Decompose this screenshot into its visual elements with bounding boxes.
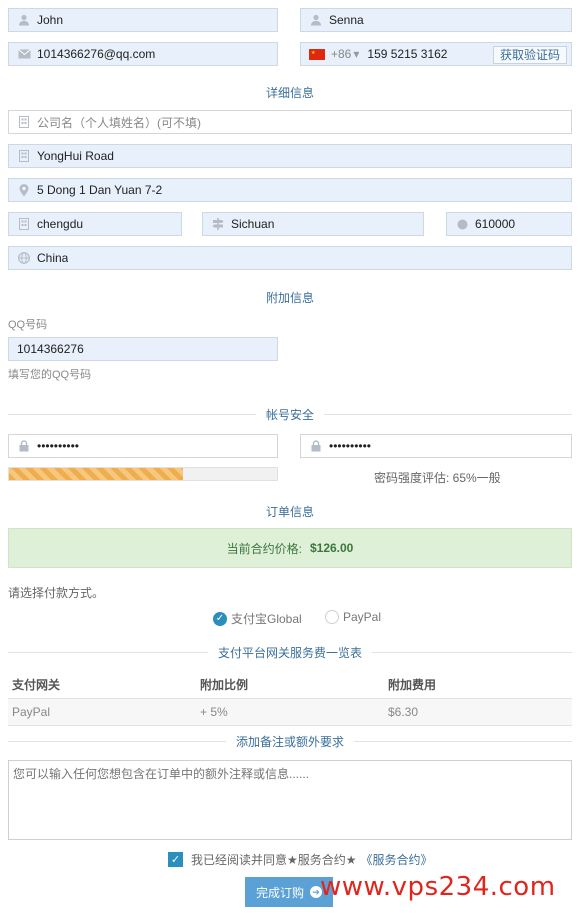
security-section-title: 帐号安全 [266,407,315,422]
agreement-row[interactable]: ✓ 我已经阅读并同意★服务合约★ 《服务合约》 [168,851,433,868]
fees-divider: 支付平台网关服务费一览表 [8,645,573,660]
payment-option-label: 支付宝Global [231,612,302,626]
fees-section-title: 支付平台网关服务费一览表 [218,645,363,660]
company-placeholder: 公司名（个人填姓名）(可不填) [37,115,201,130]
complete-order-label: 完成订购 [255,885,304,900]
table-row: PayPal + 5% $6.30 [8,698,572,726]
address2-field[interactable]: 5 Dong 1 Dan Yuan 7-2 [8,178,572,202]
company-field[interactable]: 公司名（个人填姓名）(可不填) [8,110,572,134]
divider-line [372,651,573,653]
lock-icon [309,439,323,453]
qq-label: QQ号码 [8,319,48,331]
agreement-text: 我已经阅读并同意★服务合约★ [191,853,357,867]
notes-section-title: 添加备注或额外要求 [236,734,345,749]
globe-dot-icon [455,217,469,231]
divider-line [8,740,226,742]
price-box: 当前合约价格: $126.00 [8,528,572,568]
table-cell: $6.30 [384,698,572,726]
column-header: 附加费用 [384,672,572,699]
payment-option-paypal[interactable]: PayPal [325,610,381,624]
password-value: •••••••••• [37,439,80,453]
column-header: 附加比例 [196,672,384,699]
divider-line [8,651,208,653]
user-icon [17,13,31,27]
qq-field[interactable]: 1014366276 [8,337,278,361]
password-strength-fill [9,468,184,480]
order-section-title: 订单信息 [265,505,314,519]
table-header-row: 支付网关 附加比例 附加费用 [8,672,572,699]
radio-empty-icon [325,610,339,624]
svg-text:★: ★ [311,50,316,56]
password-field[interactable]: •••••••••• [8,434,278,458]
address1-field[interactable]: YongHui Road [8,144,572,168]
last-name-value: Senna [329,13,364,27]
password-strength-bar [8,467,278,481]
postcode-value: 610000 [475,217,516,231]
phone-number-value: 159 5215 3162 [367,47,448,61]
address2-value: 5 Dong 1 Dan Yuan 7-2 [37,183,163,197]
confirm-password-value: •••••••••• [329,439,372,453]
building-icon [17,115,31,129]
postcode-field[interactable]: 610000 [446,212,572,236]
column-header: 支付网关 [8,672,196,699]
lock-icon [17,439,31,453]
signpost-icon [211,217,225,231]
watermark-text: www.vps234.com [320,872,556,902]
check-icon: ✓ [213,611,227,626]
divider-line [8,413,256,415]
confirm-password-field[interactable]: •••••••••• [300,434,572,458]
table-cell: + 5% [196,698,384,726]
table-cell: PayPal [8,698,196,726]
city-value: chengdu [37,217,84,231]
state-value: Sichuan [231,217,275,231]
price-label: 当前合约价格: [226,541,302,556]
city-field[interactable]: chengdu [8,212,182,236]
last-name-field[interactable]: Senna [300,8,572,32]
building-icon [17,149,31,163]
state-field[interactable]: Sichuan [202,212,424,236]
first-name-value: John [37,13,64,27]
map-marker-icon [17,183,31,197]
checkbox-checked-icon[interactable]: ✓ [168,852,183,867]
qq-value: 1014366276 [17,342,84,356]
payment-option-alipay[interactable]: ✓ 支付宝Global [213,610,302,627]
china-flag-icon: ★ [309,47,325,61]
notes-textarea[interactable] [8,760,572,840]
password-strength-text: 密码强度评估: 65%一般 [374,471,501,485]
notes-divider: 添加备注或额外要求 [8,734,573,749]
divider-line [354,740,573,742]
get-verification-code-button[interactable]: 获取验证码 [492,46,567,64]
first-name-field[interactable]: John [8,8,278,32]
email-field[interactable]: 1014366276@qq.com [8,42,278,66]
envelope-icon [17,47,31,61]
security-divider: 帐号安全 [8,407,573,422]
country-value: China [37,251,69,265]
qq-help-text: 填写您的QQ号码 [8,369,92,381]
payment-prompt: 请选择付款方式。 [8,586,105,600]
details-section-title: 详细信息 [265,86,314,100]
address1-value: YongHui Road [37,149,114,163]
service-contract-link[interactable]: 《服务合约》 [361,851,433,868]
extra-section-title: 附加信息 [265,291,314,305]
phone-country-code[interactable]: +86 [331,47,351,61]
user-icon [309,13,323,27]
building-icon [17,217,31,231]
payment-option-label: PayPal [343,610,382,624]
email-value: 1014366276@qq.com [37,47,156,61]
divider-line [324,413,573,415]
fee-table: 支付网关 附加比例 附加费用 PayPal + 5% $6.30 [8,672,572,726]
chevron-down-icon[interactable]: ▾ [353,47,359,61]
phone-field[interactable]: ★ +86 ▾ 159 5215 3162 获取验证码 [300,42,572,66]
price-value: $126.00 [309,541,354,555]
globe-icon [17,251,31,265]
country-field[interactable]: China [8,246,572,270]
